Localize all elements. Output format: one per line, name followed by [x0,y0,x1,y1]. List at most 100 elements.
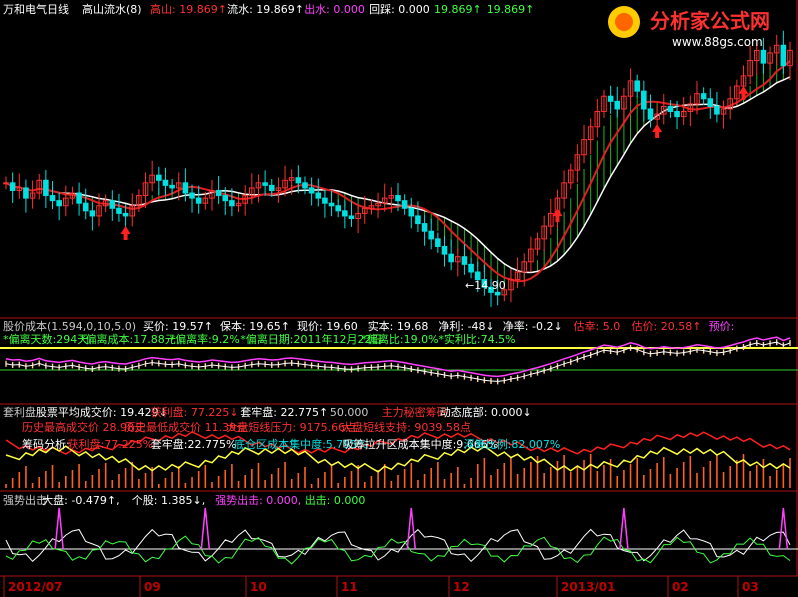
strike-spike [778,507,789,550]
cost-panel-label: *偏离率:9.2% [170,332,240,346]
candle-body [468,263,474,273]
cost-panel-label: 估幸: 5.0 [574,320,621,333]
candle-body [3,182,9,185]
candle-body [182,182,189,194]
x-axis: 2012/07 09 10 11 12 2013/01 02 03 [3,576,759,597]
candle-body [634,80,640,92]
buy-arrow-icon [652,124,663,139]
candle-body [322,197,328,204]
candle-body [295,177,302,184]
low-price-label: ←14.90 [465,279,506,292]
candle-body [421,223,428,232]
cost-panel-label: *偏离比:19.0% [361,332,438,346]
candle-body [162,179,169,186]
header-value: 19.869↑ [434,3,482,16]
candle-body [441,246,448,255]
trend-line-series [5,60,791,283]
cost-panel-label: 净利: -48↓ [438,319,494,333]
header-value: 高山: 19.869↑ [150,2,227,16]
cost-panel-label: *实利比:74.5% [438,332,515,346]
cost-panel-label: *偏离成本:17.88元 [80,332,176,346]
candle-body [308,187,315,194]
market-series-line [5,528,791,563]
chip-panel-label: 浮筹比例:82.007% [464,437,561,451]
buy-arrow-icon [552,208,563,223]
price-panel [3,30,793,307]
chip-panel-labels: 套利盘 股票平均成交价: 19.429↓获利盘: 77.225↓ 套牢盘: 22.7… [3,405,560,451]
strength-panel-label: 个股: 1.385↓, [132,494,205,507]
chip-panel-label: 筹码分析: [22,437,70,451]
strike-spike [54,507,64,550]
cost-panel-label: *偏离天数:294天 [3,332,88,346]
strength-panel-label: 强势出击: 0.000, [215,493,301,507]
chip-panel-label: 动态底部: 0.000↓ [440,405,532,419]
x-tick-label: 03 [742,580,759,594]
strike-spike [406,507,417,550]
candle-body [328,202,335,207]
chip-panel-label: 大盘短线压力: 9175.66点 [226,420,356,434]
candle-body [156,174,162,181]
strength-panel-label: 强势出击 [3,493,47,507]
candle-body [408,207,415,217]
candle-body [700,93,707,100]
candle-body [335,205,342,212]
candle-body [760,49,767,64]
candle-body [23,187,29,199]
chip-panel-label: 50.000 [330,406,369,419]
chip-panel-label: 大盘短线支持: 9039.58点 [341,420,471,434]
cost-panel-label: 实本: 19.68 [368,319,429,333]
candle-body [461,256,468,265]
candle-body [76,192,82,204]
candle-body [607,95,614,102]
chip-panel-label: 套牢盘: 22.775↑ [240,405,328,419]
candle-body [348,215,355,219]
strength-panel-labels: 强势出击大盘: -0.479↑, 个股: 1.385↓, 强势出击: 0.000, 出… [3,493,365,507]
x-tick-label: 02 [672,580,689,594]
chart-canvas[interactable]: 万和电气日线 高山流水(8) 高山: 19.869↑ 流水: 19.869↑ 出水:… [0,0,798,597]
candle-body [315,192,322,199]
header-value: 19.869↑ [487,3,535,16]
candle-body [189,192,195,199]
candle-body [262,182,268,186]
cost-panel-label: 股价成本(1.594,0,10,5.0) [3,319,136,333]
candle-body [342,210,348,217]
candle-body [56,200,62,207]
cost-panel-label: 保本: 19.65↑ [220,319,290,333]
indicator-name: 高山流水(8) [82,2,142,16]
candle-body [395,195,401,202]
candle-body [195,197,202,204]
candle-body [268,184,275,191]
cost-panel-label: 买价: 19.57↑ [143,320,213,333]
candle-body [667,105,674,113]
x-tick-label: 2012/07 [8,580,62,594]
candle-body [109,200,116,209]
buy-arrow-icon [738,85,749,100]
x-tick-label: 11 [341,580,358,594]
cost-panel-label: 净率: -0.2↓ [503,319,563,333]
candle-body [494,291,501,296]
candle-body [49,195,56,202]
candle-body [222,195,229,202]
candle-body [302,182,308,189]
candle-body [82,202,89,212]
candle-body [9,182,16,191]
buy-arrow-icon [120,225,131,240]
strike-spike [619,507,629,550]
candle-body [435,238,441,248]
candle-body [89,210,96,217]
header-value: 回踩: 0.000 [369,3,430,16]
candle-body [428,230,435,240]
cost-panel-label: 估价: 20.58↑ [632,320,702,333]
x-tick-label: 2013/01 [561,580,615,594]
strength-panel-label: 出击: 0.000 [305,493,366,507]
header-value: 流水: 19.869↑ [227,2,304,16]
cost-panel-label: 预价: [709,320,735,333]
x-tick-label: 12 [453,580,470,594]
candle-body [229,200,235,207]
candle-body [43,179,49,197]
chart-title: 万和电气日线 [3,2,69,16]
candle-body [448,253,454,263]
candle-body [674,111,680,118]
candle-body [707,98,714,107]
candle-body [122,212,129,217]
